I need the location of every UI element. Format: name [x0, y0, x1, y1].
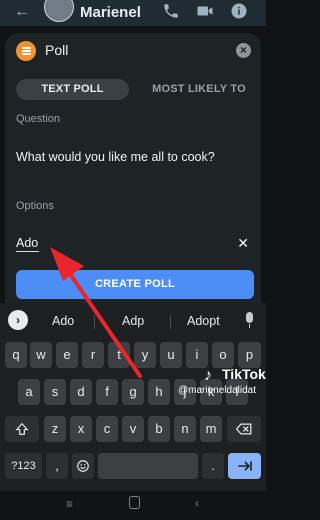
recents-icon[interactable]: ≡ — [66, 497, 73, 511]
arrow-shaft — [64, 266, 142, 378]
annotation-arrow — [50, 247, 142, 378]
home-icon[interactable] — [129, 496, 140, 509]
arrow-head — [50, 247, 84, 281]
back-icon[interactable]: ‹ — [195, 496, 199, 510]
system-nav-bar: ≡ ‹ — [0, 491, 266, 520]
